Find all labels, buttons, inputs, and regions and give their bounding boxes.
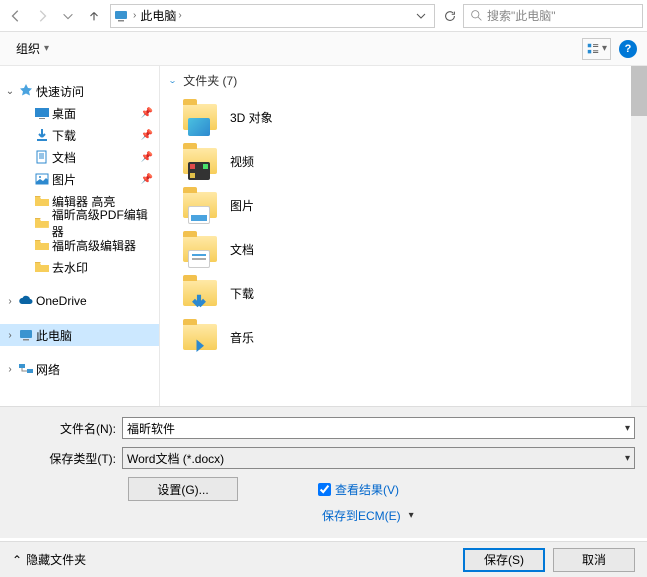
- save-button[interactable]: 保存(S): [463, 548, 545, 572]
- folder-icon: [34, 237, 50, 253]
- nav-recent-button[interactable]: [56, 4, 80, 28]
- folder-item-label: 音乐: [230, 329, 254, 346]
- dialog-body: ⌄ 快速访问 ›桌面📌›下载📌›文档📌›图片📌›编辑器 高亮›福昕高级PDF编辑…: [0, 66, 647, 406]
- path-segment[interactable]: 此电脑›: [140, 7, 181, 24]
- chevron-down-icon: ▾: [625, 453, 630, 464]
- sidebar-onedrive[interactable]: › OneDrive: [0, 290, 159, 312]
- sidebar-item-label: 去水印: [52, 259, 88, 276]
- filetype-label: 保存类型(T):: [12, 450, 122, 467]
- sidebar-item-label: 文档: [52, 149, 76, 166]
- chevron-down-icon: ▾: [44, 43, 49, 54]
- nav-back-button[interactable]: [4, 4, 28, 28]
- filetype-select[interactable]: Word文档 (*.docx)▾: [122, 447, 635, 469]
- vertical-scrollbar[interactable]: [631, 66, 647, 406]
- expand-icon: ›: [4, 330, 16, 341]
- group-header[interactable]: ⌄ 文件夹 (7): [168, 72, 639, 89]
- nav-up-button[interactable]: [82, 4, 106, 28]
- this-pc-icon: [113, 8, 129, 24]
- folder-icon: [34, 193, 50, 209]
- sidebar-item-folder-5[interactable]: ›福昕高级PDF编辑器: [0, 212, 159, 234]
- help-button[interactable]: ?: [619, 40, 637, 58]
- document-icon: [34, 149, 50, 165]
- pin-icon: 📌: [141, 130, 153, 141]
- this-pc-icon: [18, 327, 34, 343]
- folder-icon: [182, 319, 218, 355]
- folder-item[interactable]: 下载: [168, 271, 639, 315]
- nav-forward-button[interactable]: [30, 4, 54, 28]
- expand-icon: ›: [4, 296, 16, 307]
- folder-icon: [34, 215, 50, 231]
- view-result-checkbox[interactable]: 查看结果(V): [318, 481, 399, 498]
- sidebar-item-download-1[interactable]: ›下载📌: [0, 124, 159, 146]
- sidebar-item-folder-7[interactable]: ›去水印: [0, 256, 159, 278]
- save-fields: 文件名(N): 福昕软件▾ 保存类型(T): Word文档 (*.docx)▾ …: [0, 406, 647, 538]
- folder-item[interactable]: 图片: [168, 183, 639, 227]
- folder-icon: [182, 231, 218, 267]
- settings-button[interactable]: 设置(G)...: [128, 477, 238, 501]
- search-placeholder: 搜索"此电脑": [487, 7, 556, 24]
- organize-button[interactable]: 组织▾: [10, 36, 55, 61]
- pin-icon: 📌: [141, 152, 153, 163]
- collapse-icon: ⌄: [4, 86, 16, 97]
- folder-item-label: 3D 对象: [230, 109, 273, 126]
- chevron-right-icon: ›: [133, 10, 136, 21]
- folder-item-label: 文档: [230, 241, 254, 258]
- navigation-sidebar: ⌄ 快速访问 ›桌面📌›下载📌›文档📌›图片📌›编辑器 高亮›福昕高级PDF编辑…: [0, 66, 160, 406]
- sidebar-item-pictures-3[interactable]: ›图片📌: [0, 168, 159, 190]
- folder-icon: [182, 187, 218, 223]
- hide-folders-button[interactable]: ⌃隐藏文件夹: [12, 551, 86, 568]
- save-to-ecm-button[interactable]: 保存到ECM(E)▾: [322, 507, 414, 524]
- folder-item[interactable]: 3D 对象: [168, 95, 639, 139]
- address-path[interactable]: › 此电脑›: [110, 4, 435, 28]
- address-bar: › 此电脑› 搜索"此电脑": [0, 0, 647, 32]
- chevron-down-icon: ▾: [625, 423, 630, 434]
- path-dropdown-button[interactable]: [410, 5, 432, 27]
- sidebar-item-document-2[interactable]: ›文档📌: [0, 146, 159, 168]
- chevron-down-icon: ▾: [409, 510, 414, 521]
- toolbar: 组织▾ ▾ ?: [0, 32, 647, 66]
- sidebar-item-label: 下载: [52, 127, 76, 144]
- sidebar-quick-access[interactable]: ⌄ 快速访问: [0, 80, 159, 102]
- pin-icon: 📌: [141, 108, 153, 119]
- desktop-icon: [34, 105, 50, 121]
- view-options-button[interactable]: ▾: [582, 38, 611, 60]
- filename-input[interactable]: 福昕软件▾: [122, 417, 635, 439]
- folder-item[interactable]: 音乐: [168, 315, 639, 359]
- sidebar-item-label: 桌面: [52, 105, 76, 122]
- folder-item[interactable]: 文档: [168, 227, 639, 271]
- folder-icon: [34, 259, 50, 275]
- collapse-icon: ⌄: [168, 76, 177, 85]
- cancel-button[interactable]: 取消: [553, 548, 635, 572]
- sidebar-item-label: 图片: [52, 171, 76, 188]
- folder-item[interactable]: 视频: [168, 139, 639, 183]
- sidebar-item-label: 福昕高级编辑器: [52, 237, 136, 254]
- dialog-footer: ⌃隐藏文件夹 保存(S) 取消: [0, 541, 647, 577]
- folder-icon: [182, 275, 218, 311]
- filename-label: 文件名(N):: [12, 420, 122, 437]
- search-input[interactable]: 搜索"此电脑": [463, 4, 643, 28]
- pictures-icon: [34, 171, 50, 187]
- cloud-icon: [18, 293, 34, 309]
- sidebar-item-folder-6[interactable]: ›福昕高级编辑器: [0, 234, 159, 256]
- sidebar-item-desktop-0[interactable]: ›桌面📌: [0, 102, 159, 124]
- folder-icon: [182, 143, 218, 179]
- folder-content: ⌄ 文件夹 (7) 3D 对象视频图片文档下载音乐: [160, 66, 647, 406]
- folder-item-label: 图片: [230, 197, 254, 214]
- refresh-button[interactable]: [439, 5, 461, 27]
- star-icon: [18, 83, 34, 99]
- download-icon: [34, 127, 50, 143]
- expand-icon: ›: [4, 364, 16, 375]
- folder-item-label: 下载: [230, 285, 254, 302]
- chevron-up-icon: ⌃: [12, 553, 22, 567]
- search-icon: [470, 9, 483, 22]
- sidebar-network[interactable]: › 网络: [0, 358, 159, 380]
- view-icon: [586, 42, 600, 56]
- folder-icon: [182, 99, 218, 135]
- folder-item-label: 视频: [230, 153, 254, 170]
- pin-icon: 📌: [141, 174, 153, 185]
- sidebar-this-pc[interactable]: › 此电脑: [0, 324, 159, 346]
- network-icon: [18, 361, 34, 377]
